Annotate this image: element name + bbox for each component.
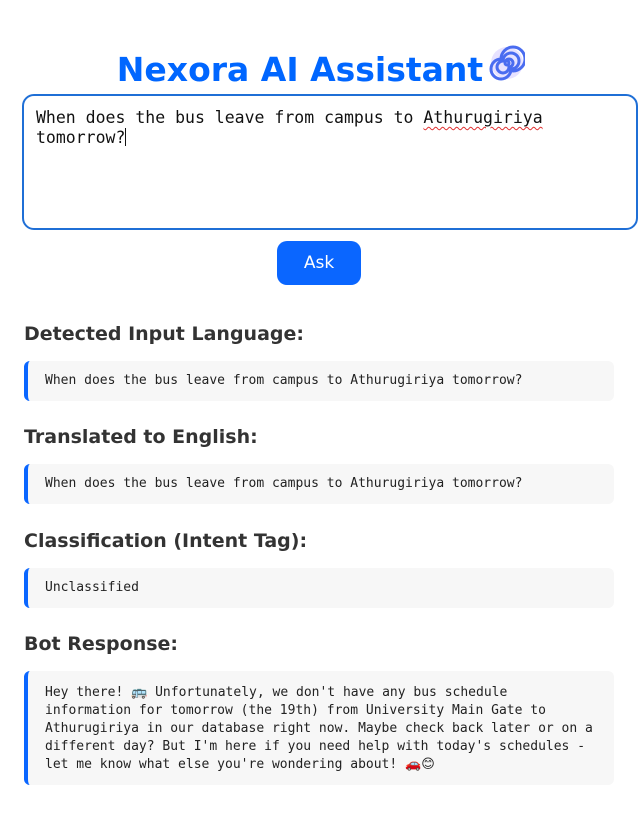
bus-icon: 🚌 bbox=[131, 685, 148, 700]
app-title: Nexora AI Assistant bbox=[0, 45, 642, 92]
spiral-icon bbox=[489, 45, 527, 92]
spellcheck-flagged-word: Athurugiriya bbox=[423, 108, 543, 127]
question-text-start: When does the bus leave from campus to bbox=[36, 108, 424, 127]
text-caret bbox=[125, 128, 127, 146]
question-text-end: tomorrow? bbox=[36, 128, 126, 147]
detected-language-result: When does the bus leave from campus to A… bbox=[24, 361, 614, 401]
bot-response-result: Hey there! 🚌 Unfortunately, we don't hav… bbox=[24, 671, 614, 785]
ask-button[interactable]: Ask bbox=[277, 241, 361, 285]
app-title-text: Nexora AI Assistant bbox=[116, 50, 484, 90]
car-icon: 🚗 bbox=[405, 757, 422, 772]
question-input[interactable]: When does the bus leave from campus to A… bbox=[22, 94, 638, 230]
detected-language-heading: Detected Input Language: bbox=[24, 323, 304, 345]
question-input-text: When does the bus leave from campus to A… bbox=[36, 108, 543, 147]
bot-response-text-start: Hey there! bbox=[45, 685, 132, 700]
bot-response-heading: Bot Response: bbox=[24, 633, 179, 655]
translated-heading: Translated to English: bbox=[24, 426, 258, 448]
smiley-icon: 😊 bbox=[421, 757, 435, 772]
classification-result: Unclassified bbox=[24, 568, 614, 608]
classification-heading: Classification (Intent Tag): bbox=[24, 530, 308, 552]
translated-result: When does the bus leave from campus to A… bbox=[24, 464, 614, 504]
